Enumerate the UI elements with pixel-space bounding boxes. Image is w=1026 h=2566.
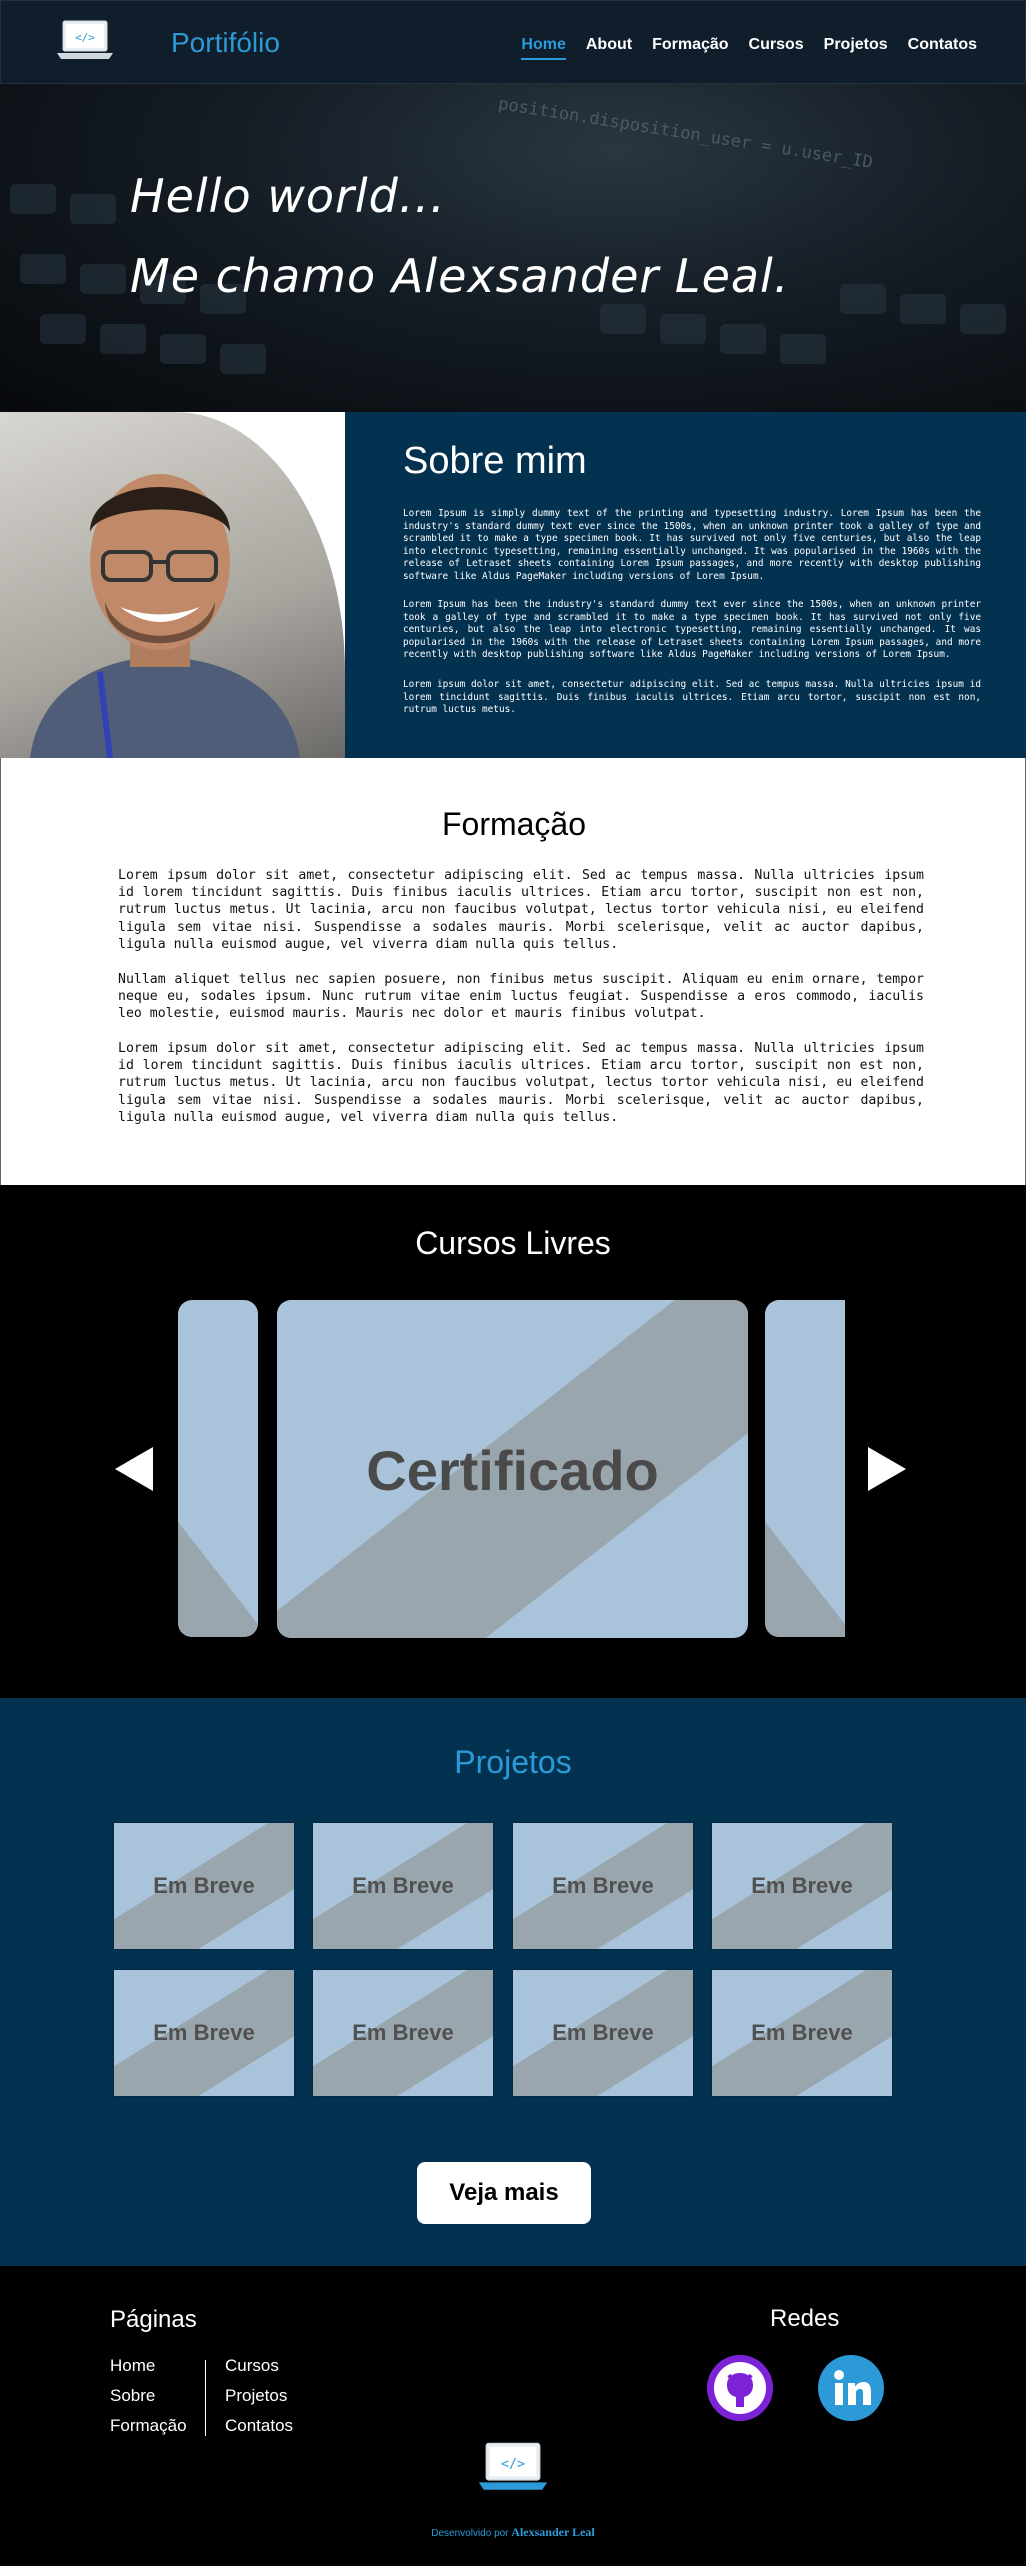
project-card-label: Em Breve (153, 1873, 255, 1898)
footer-credit: Desenvolvido por Alexsander Leal (0, 2525, 1026, 2540)
footer-link-projetos[interactable]: Projetos (225, 2386, 287, 2406)
about-paragraph-1: Lorem Ipsum is simply dummy text of the … (403, 508, 981, 582)
nav-link-formacao[interactable]: Formação (652, 36, 728, 60)
laptop-code-footer-icon: </> (478, 2442, 548, 2490)
nav-link-about[interactable]: About (586, 36, 632, 60)
project-card[interactable]: Em Breve (114, 1823, 294, 1949)
project-card[interactable]: Em Breve (712, 1970, 892, 2096)
nav-link-contatos[interactable]: Contatos (908, 36, 977, 60)
project-card-label: Em Breve (751, 2020, 853, 2045)
person-portrait-image (30, 474, 300, 758)
project-card-label: Em Breve (352, 2020, 454, 2045)
project-card[interactable]: Em Breve (114, 1970, 294, 2096)
github-icon[interactable] (707, 2355, 773, 2421)
formacao-paragraph-2: Nullam aliquet tellus nec sapien posuere… (118, 972, 924, 1022)
project-card-label: Em Breve (352, 1873, 454, 1898)
svg-text:</>: </> (501, 2457, 525, 2472)
project-card[interactable]: Em Breve (513, 1823, 693, 1949)
triangle-left-icon[interactable] (115, 1447, 153, 1491)
footer-link-formacao[interactable]: Formação (110, 2416, 187, 2436)
top-navbar: </> Portifólio Home About Formação Curso… (0, 0, 1026, 84)
certificate-card-label: Certificado (366, 1439, 659, 1502)
profile-photo-frame (0, 412, 345, 758)
formacao-paragraph-3: Lorem ipsum dolor sit amet, consectetur … (118, 1041, 924, 1125)
hero-banner: position.disposition_user = u.user_ID He… (0, 84, 1026, 412)
about-paragraph-2: Lorem Ipsum has been the industry's stan… (403, 599, 981, 660)
formacao-paragraph-1: Lorem ipsum dolor sit amet, consectetur … (118, 868, 924, 952)
project-card[interactable]: Em Breve (712, 1823, 892, 1949)
cursos-title: Cursos Livres (415, 1225, 611, 1261)
nav-link-cursos[interactable]: Cursos (749, 36, 804, 60)
brand-title[interactable]: Portifólio (171, 27, 280, 59)
project-card[interactable]: Em Breve (513, 1970, 693, 2096)
formacao-section: Formação Lorem ipsum dolor sit amet, con… (0, 758, 1026, 1185)
project-card-label: Em Breve (751, 1873, 853, 1898)
nav-link-home[interactable]: Home (521, 36, 566, 60)
hero-greeting: Hello world... (130, 169, 446, 223)
footer-link-home[interactable]: Home (110, 2356, 155, 2376)
footer-link-contatos[interactable]: Contatos (225, 2416, 293, 2436)
about-section: Sobre mim Lorem Ipsum is simply dummy te… (0, 412, 1026, 758)
project-card-label: Em Breve (153, 2020, 255, 2045)
project-card[interactable]: Em Breve (313, 1823, 493, 1949)
veja-mais-button[interactable]: Veja mais (417, 2162, 591, 2224)
about-title: Sobre mim (403, 440, 587, 482)
certificate-card-prev[interactable] (178, 1300, 258, 1637)
footer-pages-title: Páginas (110, 2306, 197, 2333)
certificate-card-current[interactable]: Certificado (277, 1300, 748, 1638)
main-menu: Home About Formação Cursos Projetos Cont… (521, 36, 977, 60)
footer-divider (205, 2360, 206, 2436)
credit-name: Alexsander Leal (511, 2525, 595, 2539)
svg-text:</>: </> (75, 31, 95, 44)
project-card[interactable]: Em Breve (313, 1970, 493, 2096)
nav-link-projetos[interactable]: Projetos (824, 36, 888, 60)
project-card-label: Em Breve (552, 2020, 654, 2045)
projetos-title: Projetos (454, 1744, 572, 1780)
credit-prefix: Desenvolvido por (431, 2528, 509, 2539)
footer-link-cursos[interactable]: Cursos (225, 2356, 279, 2376)
footer-link-sobre[interactable]: Sobre (110, 2386, 155, 2406)
keyboard-background-image (10, 184, 1006, 374)
laptop-code-logo-icon[interactable]: </> (53, 17, 117, 67)
triangle-right-icon[interactable] (868, 1447, 906, 1491)
linkedin-icon[interactable] (818, 2355, 884, 2421)
project-card-label: Em Breve (552, 1873, 654, 1898)
hero-name-line: Me chamo Alexsander Leal. (130, 249, 790, 303)
footer-social-title: Redes (770, 2305, 840, 2332)
about-paragraph-3: Lorem ipsum dolor sit amet, consectetur … (403, 679, 981, 715)
formacao-title: Formação (441, 806, 587, 842)
certificate-card-next[interactable] (765, 1300, 845, 1637)
profile-photo (0, 412, 345, 758)
